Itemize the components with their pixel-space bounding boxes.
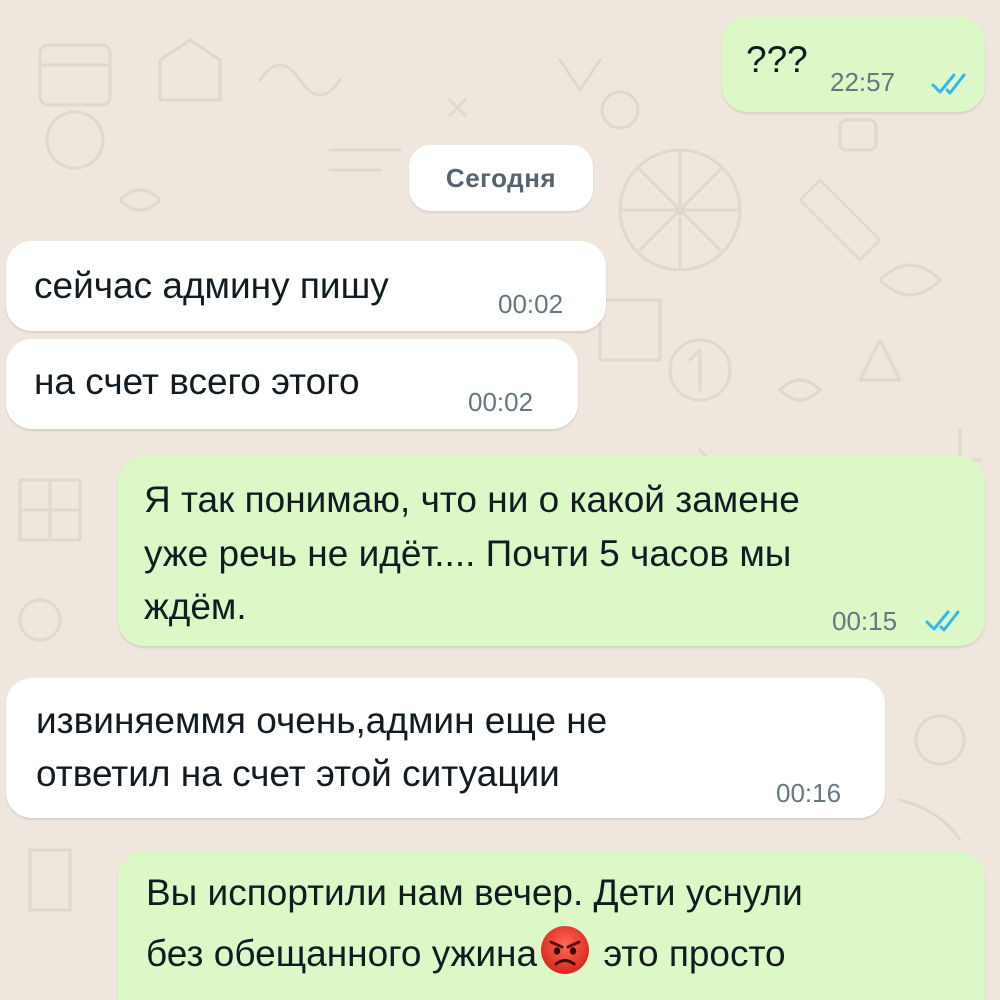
outgoing-message-bubble[interactable]: Я так понимаю, что ни о какой замене уже…: [118, 456, 985, 646]
message-time: 22:57: [830, 67, 896, 97]
message-time: 00:15: [832, 606, 898, 636]
incoming-message-bubble[interactable]: сейчас админу пишу 00:02: [6, 241, 606, 331]
message-time: 00:02: [498, 289, 564, 319]
message-text-fragment: без обещанного ужина: [146, 933, 538, 974]
incoming-message-bubble[interactable]: извиняеммя очень,админ еще не ответил на…: [6, 678, 885, 818]
message-text-fragment: это просто: [593, 933, 786, 974]
message-text-line: Я так понимаю, что ни о какой замене: [144, 479, 800, 520]
message-text-line: извиняеммя очень,админ еще не: [36, 700, 608, 741]
outgoing-message-bubble[interactable]: ??? 22:57: [722, 17, 985, 112]
message-text-line-2: без обещанного ужина это просто: [146, 924, 786, 981]
incoming-message-bubble[interactable]: на счет всего этого 00:02: [6, 339, 578, 429]
message-time: 00:16: [776, 778, 842, 808]
message-text: сейчас админу пишу: [34, 265, 389, 306]
message-text-line: уже речь не идёт.... Почти 5 часов мы: [144, 533, 792, 574]
outgoing-message-bubble[interactable]: Вы испортили нам вечер. Дети уснули без …: [118, 852, 985, 1000]
chat-view[interactable]: ??? 22:57 Сегодня сейчас админу пишу 00:…: [0, 0, 1000, 1000]
message-text-line: ответил на счет этой ситуации: [36, 753, 560, 794]
angry-face-emoji-icon: [539, 924, 591, 976]
message-text: ???: [746, 39, 808, 80]
message-text-line: ждём.: [144, 586, 247, 627]
message-text-line: Вы испортили нам вечер. Дети уснули: [146, 872, 803, 913]
double-check-read-icon: [931, 73, 966, 95]
message-time: 00:02: [468, 387, 534, 417]
date-separator: Сегодня: [409, 145, 593, 211]
double-check-read-icon: [925, 610, 960, 632]
message-text: на счет всего этого: [34, 361, 360, 402]
